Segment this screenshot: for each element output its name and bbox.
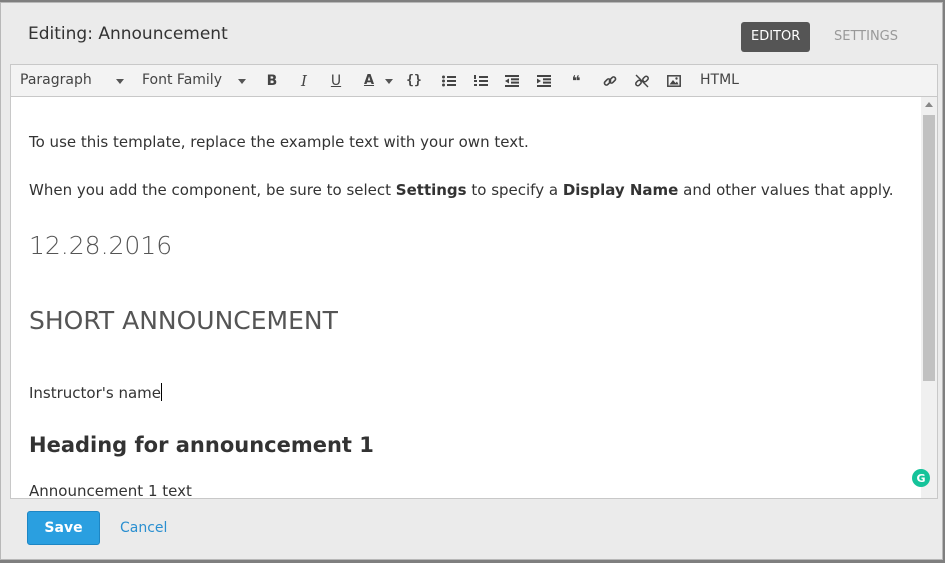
scrollbar-thumb[interactable]: [923, 115, 935, 381]
text-color-chevron-down-icon[interactable]: [385, 79, 393, 84]
tab-editor[interactable]: EDITOR: [741, 22, 810, 52]
bold-icon[interactable]: B: [261, 65, 283, 96]
html-source-button[interactable]: HTML: [700, 65, 739, 96]
italic-icon[interactable]: I: [293, 65, 315, 96]
announcement-date: 12.28.2016: [29, 231, 173, 260]
dialog-title: Editing: Announcement: [28, 24, 228, 44]
paragraph-format-label: Paragraph: [20, 72, 92, 88]
outdent-icon[interactable]: [501, 65, 523, 96]
short-announcement-title: SHORT ANNOUNCEMENT: [29, 306, 338, 335]
settings-bold-text: Settings: [395, 181, 467, 199]
scroll-up-arrow-icon[interactable]: [925, 102, 933, 107]
tab-settings[interactable]: SETTINGS: [824, 22, 908, 52]
instructions-paragraph: When you add the component, be sure to s…: [29, 181, 894, 199]
instructions-text-c: and other values that apply.: [678, 181, 894, 199]
image-icon[interactable]: [663, 65, 685, 96]
editor-dialog: Editing: Announcement EDITOR SETTINGS Pa…: [0, 2, 943, 560]
bullet-list-icon[interactable]: [438, 65, 460, 96]
unlink-icon[interactable]: [631, 65, 653, 96]
font-family-chevron-down-icon[interactable]: [238, 79, 246, 84]
rich-text-editor[interactable]: To use this template, replace the exampl…: [10, 97, 938, 499]
link-icon[interactable]: [599, 65, 621, 96]
grammarly-icon[interactable]: G: [912, 469, 930, 487]
display-name-bold-text: Display Name: [562, 181, 679, 199]
numbered-list-icon[interactable]: [470, 65, 492, 96]
text-cursor: [161, 383, 163, 401]
instructor-name-text: Instructor's name: [29, 384, 162, 402]
paragraph-format-select[interactable]: Paragraph: [20, 65, 92, 96]
paragraph-chevron-down-icon[interactable]: [116, 79, 124, 84]
font-family-label: Font Family: [142, 72, 222, 88]
text-color-icon[interactable]: A: [358, 65, 380, 96]
save-button[interactable]: Save: [27, 511, 100, 545]
cancel-link[interactable]: Cancel: [120, 520, 167, 536]
announcement-heading-1: Heading for announcement 1: [29, 433, 374, 457]
code-icon[interactable]: {}: [403, 65, 425, 96]
instructions-text-b: to specify a: [466, 181, 563, 199]
editor-toolbar: Paragraph Font Family B I U A {} ❝ HTML: [10, 64, 938, 97]
instructor-name-line: Instructor's name: [29, 383, 163, 402]
font-family-select[interactable]: Font Family: [142, 65, 222, 96]
editor-scrollbar[interactable]: [921, 97, 937, 498]
intro-paragraph: To use this template, replace the exampl…: [29, 133, 529, 151]
indent-icon[interactable]: [533, 65, 555, 96]
underline-icon[interactable]: U: [325, 65, 347, 96]
instructions-text-a: When you add the component, be sure to s…: [29, 181, 396, 199]
announcement-1-text: Announcement 1 text: [29, 482, 192, 499]
blockquote-icon[interactable]: ❝: [565, 65, 587, 96]
